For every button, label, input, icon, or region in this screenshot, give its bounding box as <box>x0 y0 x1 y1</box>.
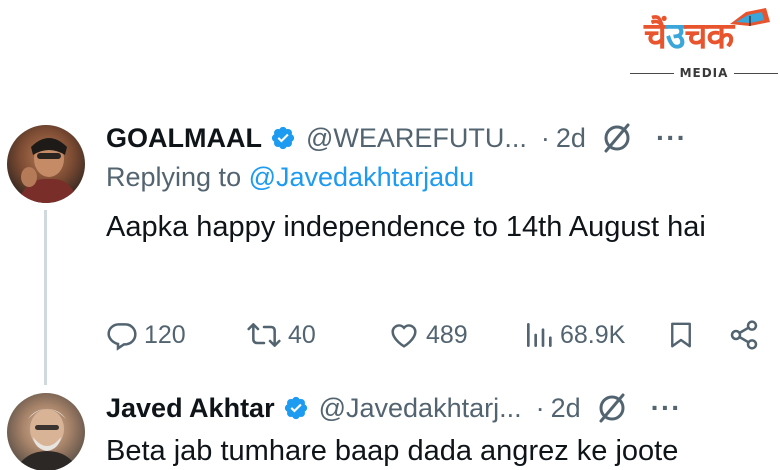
more-icon[interactable]: ··· <box>656 122 687 154</box>
like-button[interactable]: 489 <box>388 319 468 351</box>
verified-icon <box>271 126 295 150</box>
timestamp[interactable]: 2d <box>551 393 581 424</box>
chaunchak-media-logo: चैंउचक MEDIA <box>630 6 779 88</box>
separator-dot: · <box>535 392 545 423</box>
retweet-icon <box>247 323 281 347</box>
reply-mention-link[interactable]: @Javedakhtarjadu <box>249 162 475 192</box>
reply-button[interactable]: 120 <box>106 319 186 351</box>
tweet-goalmaal[interactable]: GOALMAAL @WEAREFUTU... · 2d ··· Replying… <box>106 118 780 351</box>
like-icon <box>391 324 417 348</box>
like-count: 489 <box>426 320 468 349</box>
author-name[interactable]: GOALMAAL <box>106 123 262 154</box>
author-handle[interactable]: @WEAREFUTU... <box>306 123 527 154</box>
views-count: 68.9K <box>560 320 626 349</box>
tweet-text: Aapka happy independence to 14th August … <box>106 211 706 243</box>
tweet-actions: 120 40 489 68.9K <box>106 318 766 352</box>
tweet-header: Javed Akhtar @Javedakhtarj... · 2d ··· <box>106 388 780 428</box>
grok-icon[interactable] <box>600 121 634 155</box>
logo-media-label: MEDIA <box>630 66 779 80</box>
retweet-button[interactable]: 40 <box>246 319 316 351</box>
logo-media-text: MEDIA <box>679 66 729 80</box>
avatar-goalmaal[interactable] <box>7 125 85 203</box>
verified-icon <box>284 396 307 420</box>
tweet-text: Beta jab tumhare baap dada angrez ke joo… <box>106 435 679 467</box>
avatar-image-icon <box>17 138 79 203</box>
bookmark-button[interactable] <box>666 319 696 351</box>
thread-line <box>44 210 47 385</box>
retweet-count: 40 <box>288 320 316 349</box>
reply-count: 120 <box>144 320 186 349</box>
author-handle[interactable]: @Javedakhtarj... <box>319 393 522 424</box>
avatar-javed-akhtar[interactable] <box>7 393 85 470</box>
logo-wordmark: चैंउचक <box>644 16 734 57</box>
more-icon[interactable]: ··· <box>651 392 682 424</box>
author-name[interactable]: Javed Akhtar <box>106 393 275 424</box>
reply-icon <box>107 323 137 351</box>
share-button[interactable] <box>728 319 760 351</box>
replying-to: Replying to @Javedakhtarjadu <box>106 162 780 198</box>
grok-icon[interactable] <box>595 391 629 425</box>
separator-dot: · <box>540 122 550 153</box>
replying-to-prefix: Replying to <box>106 162 249 192</box>
views-button[interactable]: 68.9K <box>524 319 625 351</box>
tweet-javed-akhtar[interactable]: Javed Akhtar @Javedakhtarj... · 2d ··· B… <box>106 388 780 470</box>
tweet-header: GOALMAAL @WEAREFUTU... · 2d ··· <box>106 118 780 158</box>
avatar-image-icon <box>15 409 79 470</box>
share-icon <box>730 320 758 350</box>
logo-flag-icon <box>730 8 770 26</box>
bookmark-icon <box>671 322 691 348</box>
timestamp[interactable]: 2d <box>556 123 586 154</box>
views-icon <box>527 323 552 347</box>
